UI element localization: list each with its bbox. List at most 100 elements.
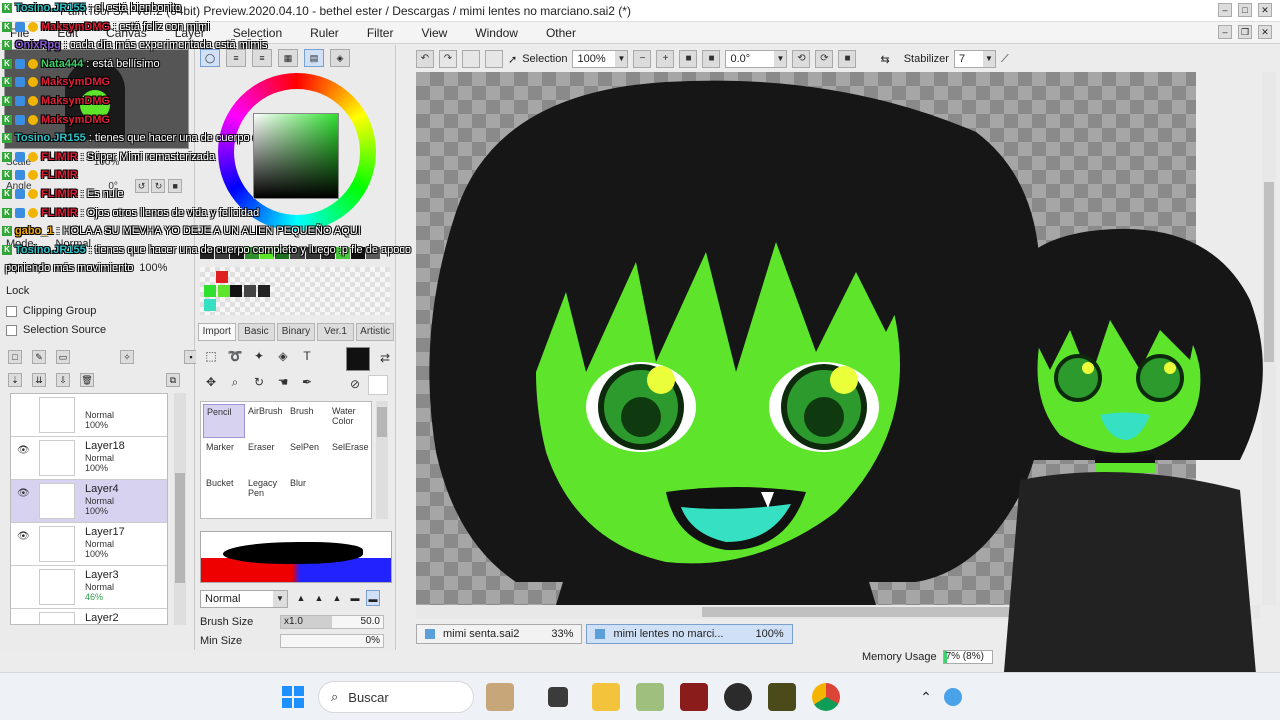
menu-view[interactable]: View [421,26,447,40]
tip-shape-3-icon[interactable]: ▲ [330,590,344,606]
angle-value[interactable]: 0° [108,181,118,192]
eye-hidden-icon[interactable] [17,574,33,586]
zoom-out-icon[interactable]: − [633,50,652,68]
menu-ruler[interactable]: Ruler [310,26,339,40]
document-tab[interactable]: mimi senta.sai2 33% [416,624,583,644]
tool-tab-import[interactable]: Import [198,323,236,341]
widgets-icon[interactable] [486,683,514,711]
doc-close-button[interactable]: ✕ [1258,25,1272,39]
layer-row[interactable]: Normal 100% [11,394,167,437]
doc-minimize-button[interactable]: – [1218,25,1232,39]
rotate-left-icon[interactable]: ↺ [134,179,149,193]
brush-brush[interactable]: Brush [287,404,329,438]
zoom-icon[interactable]: ⌕ [226,373,244,391]
fill-icon[interactable]: ◈ [274,347,292,365]
layer-row[interactable]: Layer2Normal [11,609,167,624]
rect-select-icon[interactable]: ⬚ [202,347,220,365]
menu-edit[interactable]: Edit [57,26,78,40]
app-red-icon[interactable] [680,683,708,711]
layer-row[interactable]: 👁 Layer18 Normal 100% [11,437,167,480]
menu-window[interactable]: Window [475,26,518,40]
chevron-up-icon[interactable]: ⌃ [912,683,940,711]
angle-select[interactable]: 0.0° ▼ [725,50,788,68]
rotate-icon[interactable]: ↻ [250,373,268,391]
selection-label[interactable]: Selection [522,53,567,65]
scale-value[interactable]: 100% [94,157,120,168]
brush-airbrush[interactable]: AirBrush [245,404,287,438]
close-button[interactable]: ✕ [1258,3,1272,17]
brush-palette-scrollbar[interactable] [376,401,388,519]
navigator-preview[interactable] [4,49,189,149]
zoom-select[interactable]: 100% ▼ [572,50,629,68]
transparent-color-icon[interactable]: ⊘ [346,375,364,393]
obs-icon[interactable] [724,683,752,711]
windows-start-icon[interactable] [281,685,305,709]
menu-file[interactable]: File [10,26,29,40]
merge-visible-icon[interactable]: ⇩ [56,373,70,387]
new-vector-layer-icon[interactable]: ✎ [32,350,46,364]
swatch-tab[interactable]: ▦ [278,49,298,67]
network-icon[interactable] [944,688,962,706]
tool-tab-artistic[interactable]: Artistic [356,323,394,341]
zoom-reset-icon[interactable]: ■ [679,50,698,68]
tool-tab-ver-1[interactable]: Ver.1 [316,323,355,341]
opacity-value[interactable]: 100% [139,262,167,274]
layer-list-scrollbar[interactable] [174,393,186,625]
menu-other[interactable]: Other [546,26,576,40]
move-icon[interactable]: ✥ [202,373,220,391]
brush-water-color[interactable]: Water Color [329,404,371,438]
rotate-right-icon[interactable]: ↻ [151,179,166,193]
deselect-icon[interactable] [462,50,480,68]
lasso-icon[interactable]: ➰ [226,347,244,365]
selection-source-row[interactable]: Selection Source [6,324,106,336]
foreground-color[interactable] [346,347,370,371]
brush-bucket[interactable]: Bucket [203,476,245,510]
layer-options-icon[interactable]: ⧉ [166,373,180,387]
layer-effect-icon[interactable]: ✧ [120,350,134,364]
color-history-tab[interactable]: ◈ [330,49,350,67]
new-folder-icon[interactable]: ▭ [56,350,70,364]
transfer-down-icon[interactable]: ⇣ [8,373,22,387]
stabilizer-select[interactable]: 7 ▼ [953,50,996,68]
hand-icon[interactable]: ☚ [274,373,292,391]
layer-row[interactable]: 👁 Layer17 Normal 100% [11,523,167,566]
redo-icon[interactable]: ↷ [439,50,457,68]
eyedropper-icon[interactable]: ✒ [298,373,316,391]
rotate-reset-icon[interactable]: ■ [838,50,857,68]
brush-selerase[interactable]: SelErase [329,440,371,474]
maximize-button[interactable]: □ [1238,3,1252,17]
taskbar-search[interactable]: ⌕ Buscar [318,681,474,713]
background-color[interactable] [368,375,388,395]
clipping-group-row[interactable]: Clipping Group [6,305,96,317]
magic-wand-icon[interactable]: ✦ [250,347,268,365]
new-layer-icon[interactable]: □ [8,350,22,364]
brush-marker[interactable]: Marker [203,440,245,474]
color-scratchpad[interactable] [200,267,390,315]
delete-layer-icon[interactable]: 🗑 [80,373,94,387]
mode-value[interactable]: Normal [56,238,91,250]
tool-tab-binary[interactable]: Binary [277,323,315,341]
eye-hidden-icon[interactable] [17,617,33,624]
swap-colors-icon[interactable]: ⇄ [376,349,394,367]
undo-icon[interactable]: ↶ [416,50,434,68]
menu-filter[interactable]: Filter [367,26,394,40]
eye-hidden-icon[interactable] [17,402,33,414]
flip-horizontal-icon[interactable]: ⇆ [880,53,889,66]
tip-shape-4-icon[interactable]: ▬ [348,590,362,606]
brush-legacy-pen[interactable]: Legacy Pen [245,476,287,510]
rotate-ccw-icon[interactable]: ⟲ [792,50,811,68]
hsv-slider-tab[interactable]: ≡ [252,49,272,67]
rotate-cw-icon[interactable]: ⟳ [815,50,834,68]
text-icon[interactable]: T [298,347,316,365]
layer-row[interactable]: 👁 Layer4 Normal 100% [11,480,167,523]
pen-pressure-icon[interactable]: ⟋ [1001,53,1009,66]
brush-eraser[interactable]: Eraser [245,440,287,474]
minimize-button[interactable]: – [1218,3,1232,17]
clipping-group-checkbox[interactable] [6,305,17,317]
merge-down-icon[interactable]: ⇊ [32,373,46,387]
document-tab[interactable]: mimi lentes no marci... 100% [586,624,793,644]
brush-selpen[interactable]: SelPen [287,440,329,474]
rgb-slider-tab[interactable]: ≡ [226,49,246,67]
menu-selection[interactable]: Selection [233,26,282,40]
flip-icon[interactable]: ■ [168,179,183,193]
